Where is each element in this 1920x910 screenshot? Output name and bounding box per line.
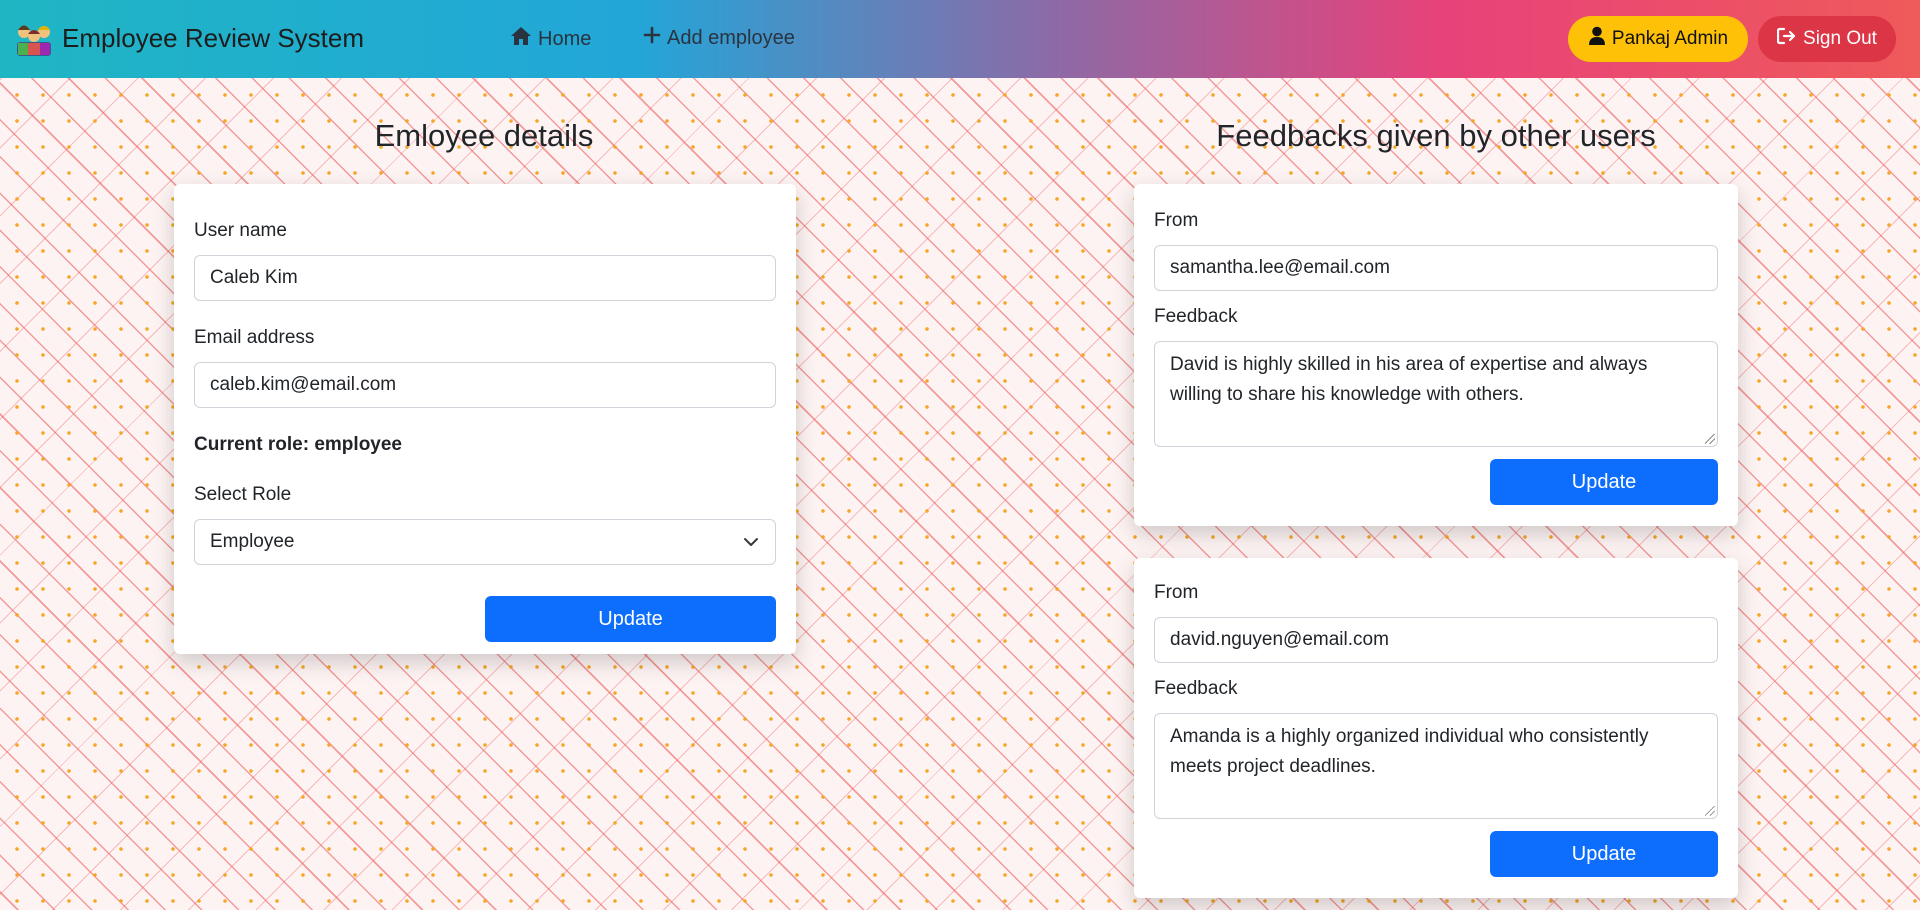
username-input[interactable]: Caleb Kim xyxy=(194,255,776,301)
chevron-down-icon xyxy=(743,534,759,550)
feedback-card: From david.nguyen@email.com Feedback Ama… xyxy=(1134,558,1738,898)
nav-add-employee-label: Add employee xyxy=(667,26,795,49)
user-profile-button[interactable]: Pankaj Admin xyxy=(1568,16,1748,62)
plus-icon xyxy=(643,26,661,50)
navbar: Employee Review System Home Add employee… xyxy=(0,0,1920,78)
email-input[interactable]: caleb.kim@email.com xyxy=(194,362,776,408)
current-role-text: Current role: employee xyxy=(194,434,402,455)
feedbacks-title: Feedbacks given by other users xyxy=(1216,118,1656,153)
resize-handle-icon[interactable] xyxy=(1705,434,1715,444)
brand[interactable]: Employee Review System xyxy=(14,18,364,58)
team-logo-icon xyxy=(14,18,54,58)
home-icon xyxy=(510,26,532,52)
nav-home-link[interactable]: Home xyxy=(510,26,591,52)
feedback-card: From samantha.lee@email.com Feedback Dav… xyxy=(1134,184,1738,526)
brand-title: Employee Review System xyxy=(62,22,364,53)
select-role-label: Select Role xyxy=(194,484,292,505)
role-select-value: Employee xyxy=(210,531,295,552)
email-label: Email address xyxy=(194,327,315,348)
employee-details-card: User name Caleb Kim Email address caleb.… xyxy=(174,184,796,654)
feedback-textarea[interactable]: David is highly skilled in his area of e… xyxy=(1154,341,1718,447)
from-input[interactable]: samantha.lee@email.com xyxy=(1154,245,1718,291)
from-input[interactable]: david.nguyen@email.com xyxy=(1154,617,1718,663)
feedback-update-button[interactable]: Update xyxy=(1490,831,1718,877)
feedback-text: Amanda is a highly organized individual … xyxy=(1170,726,1649,777)
sign-out-icon xyxy=(1776,27,1797,51)
user-icon xyxy=(1588,26,1606,52)
employee-update-button[interactable]: Update xyxy=(485,596,776,642)
feedback-textarea[interactable]: Amanda is a highly organized individual … xyxy=(1154,713,1718,819)
employee-details-title: Emloyee details xyxy=(374,118,594,153)
feedback-label: Feedback xyxy=(1154,678,1238,699)
sign-out-label: Sign Out xyxy=(1803,28,1877,49)
sign-out-button[interactable]: Sign Out xyxy=(1758,16,1896,62)
feedback-update-button[interactable]: Update xyxy=(1490,459,1718,505)
role-select[interactable]: Employee xyxy=(194,519,776,565)
feedback-label: Feedback xyxy=(1154,306,1238,327)
user-button-label: Pankaj Admin xyxy=(1611,28,1729,49)
resize-handle-icon[interactable] xyxy=(1705,806,1715,816)
from-label: From xyxy=(1154,582,1199,603)
from-label: From xyxy=(1154,210,1199,231)
feedback-text: David is highly skilled in his area of e… xyxy=(1170,354,1648,405)
nav-add-employee-link[interactable]: Add employee xyxy=(643,26,795,50)
nav-home-label: Home xyxy=(538,27,592,50)
username-label: User name xyxy=(194,220,287,241)
